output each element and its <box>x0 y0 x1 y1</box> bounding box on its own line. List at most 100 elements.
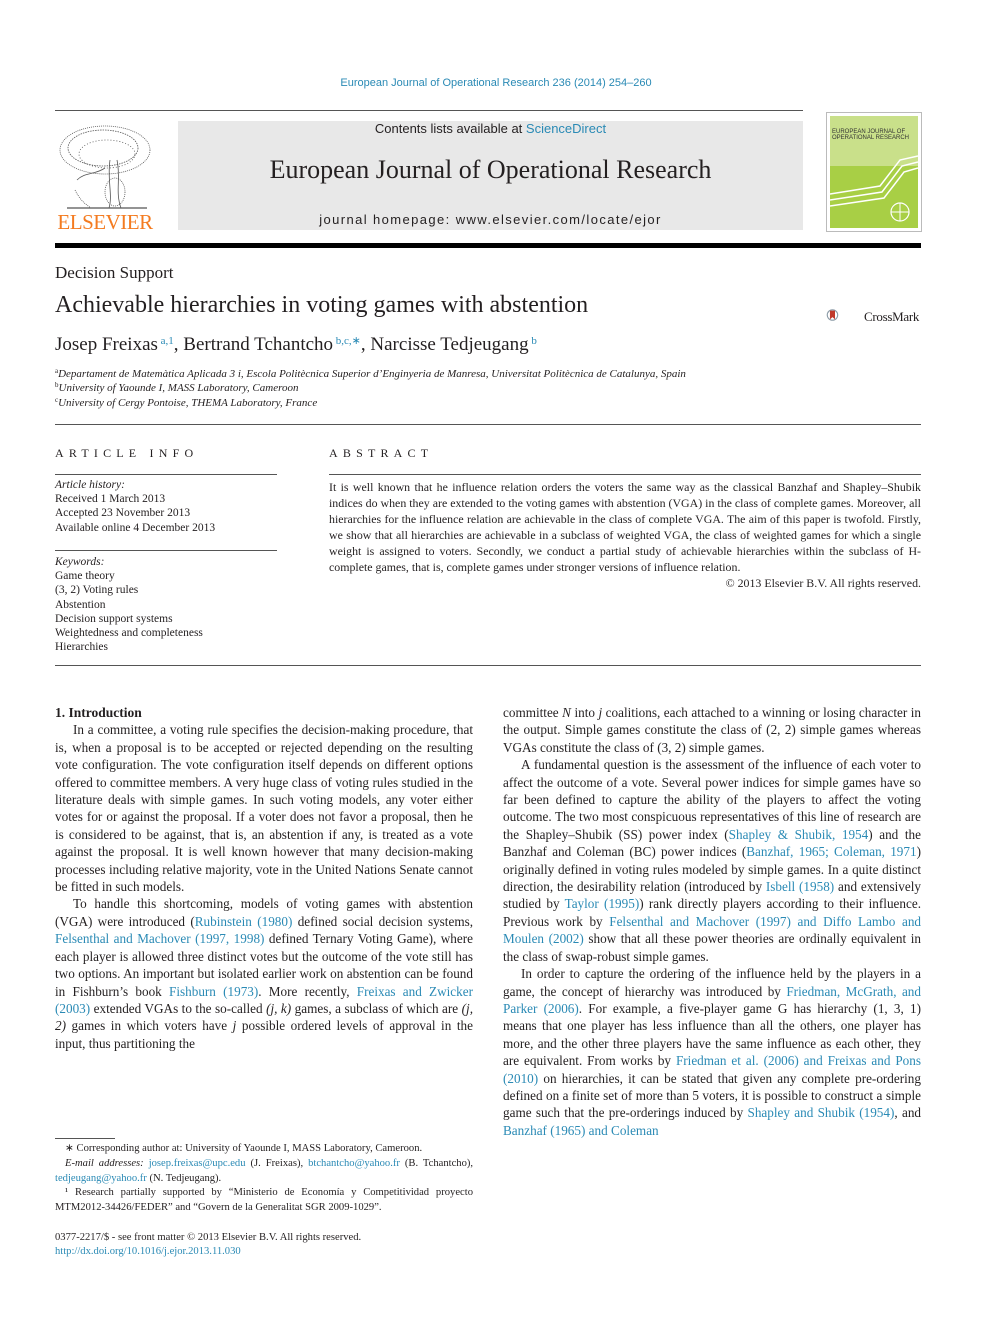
paragraph: A fundamental question is the assessment… <box>503 756 921 965</box>
history-received: Received 1 March 2013 <box>55 493 166 506</box>
affiliation: cUniversity of Cergy Pontoise, THEMA Lab… <box>55 396 317 409</box>
contents-prefix: Contents lists available at <box>374 121 526 136</box>
keywords: Keywords: Game theory (3, 2) Voting rule… <box>55 555 277 654</box>
author-sup[interactable]: b <box>531 335 537 347</box>
affiliation-text: University of Cergy Pontoise, THEMA Labo… <box>58 397 318 409</box>
contents-line: Contents lists available at ScienceDirec… <box>178 121 803 136</box>
divider <box>55 550 277 551</box>
math: (j, k) <box>266 1000 292 1016</box>
journal-homepage: journal homepage: www.elsevier.com/locat… <box>178 212 803 227</box>
keyword: Abstention <box>55 598 106 611</box>
email-link[interactable]: josep.freixas@upc.edu <box>149 1158 246 1169</box>
homepage-prefix: journal homepage: <box>319 212 456 227</box>
abstract-copyright: © 2013 Elsevier B.V. All rights reserved… <box>725 576 921 590</box>
keyword: Hierarchies <box>55 641 108 654</box>
cover-title-line2: OPERATIONAL RESEARCH <box>832 135 910 141</box>
corresponding-author-note: ∗ Corresponding author at: University of… <box>65 1143 423 1154</box>
email-link[interactable]: tedjeugang@yahoo.fr <box>55 1173 147 1184</box>
paragraph-continued: committee N into j coalitions, each atta… <box>503 705 921 755</box>
article-info-heading: ARTICLE INFO <box>55 446 199 460</box>
paragraph: To handle this shortcoming, models of vo… <box>55 895 473 1052</box>
top-rule <box>55 110 803 111</box>
paragraph: In order to capture the ordering of the … <box>503 965 921 1139</box>
keyword: Decision support systems <box>55 612 173 625</box>
divider <box>55 474 277 475</box>
header-thick-rule <box>55 243 921 248</box>
issn-copyright: 0377-2217/$ - see front matter © 2013 El… <box>55 1232 362 1243</box>
abstract-body: It is well known that he influence relat… <box>329 480 921 574</box>
affiliation-text: Departament de Matemàtica Aplicada 3 i, … <box>58 368 686 380</box>
journal-title: European Journal of Operational Research <box>269 155 712 184</box>
elsevier-wordmark: ELSEVIER <box>57 210 153 234</box>
divider <box>55 424 921 425</box>
crossmark-label[interactable]: CrossMark <box>864 309 919 325</box>
citation-link[interactable]: Shapley and Shubik (1954) <box>748 1105 895 1120</box>
citation-link[interactable]: Isbell (1958) <box>766 879 834 894</box>
email-link[interactable]: btchantcho@yahoo.fr <box>308 1158 400 1169</box>
section-heading-introduction: 1. Introduction <box>55 705 142 720</box>
text: defined social decision systems, <box>292 913 474 929</box>
section-label: Decision Support <box>55 263 174 282</box>
article-history: Article history: Received 1 March 2013 A… <box>55 478 277 535</box>
divider <box>55 665 921 666</box>
running-head[interactable]: European Journal of Operational Research… <box>0 77 992 89</box>
keyword: (3, 2) Voting rules <box>55 584 139 597</box>
email-label: E-mail addresses: <box>65 1157 144 1169</box>
author-list: Josep Freixas a,1, Bertrand Tchantcho b,… <box>55 334 537 355</box>
funding-note: ¹ Research partially supported by “Minis… <box>55 1187 473 1214</box>
author-affiliation-marker[interactable]: b,c,∗ <box>333 335 361 347</box>
email-addresses: E-mail addresses: josep.freixas@upc.edu … <box>55 1157 473 1187</box>
citation-link[interactable]: Rubinstein (1980) <box>195 914 293 929</box>
history-accepted: Accepted 23 November 2013 <box>55 507 191 520</box>
cover-title: EUROPEAN JOURNAL OF OPERATIONAL RESEARCH <box>832 129 909 141</box>
email-owner: (N. Tedjeugang). <box>149 1172 222 1184</box>
keyword: Weightedness and completeness <box>55 627 203 640</box>
citation-link[interactable]: Taylor (1995) <box>565 896 640 911</box>
divider <box>329 474 921 475</box>
author-name[interactable]: Josep Freixas <box>55 334 158 355</box>
citation-link[interactable]: Banzhaf, 1965; Coleman, 1971 <box>746 844 916 859</box>
affiliation: aDepartament de Matemàtica Aplicada 3 i,… <box>55 367 686 380</box>
author-name[interactable]: Narcisse Tedjeugang <box>370 334 528 355</box>
author-affiliation-marker[interactable]: a,1 <box>158 335 174 347</box>
affiliation: bUniversity of Yaounde I, MASS Laborator… <box>55 381 298 394</box>
text: . More recently, <box>258 983 357 999</box>
history-label: Article history: <box>55 479 125 491</box>
author-sup[interactable]: a,1 <box>161 335 174 347</box>
citation-link[interactable]: Banzhaf (1965) and Coleman <box>503 1123 659 1138</box>
author-name[interactable]: Bertrand Tchantcho <box>183 334 333 355</box>
front-matter: 0377-2217/$ - see front matter © 2013 El… <box>55 1231 473 1259</box>
doi-link[interactable]: http://dx.doi.org/10.1016/j.ejor.2013.11… <box>55 1246 241 1257</box>
abstract: It is well known that he influence relat… <box>329 479 921 591</box>
abstract-heading: ABSTRACT <box>329 446 434 460</box>
author-affiliation-marker[interactable]: b <box>529 335 537 347</box>
paragraph: In a committee, a voting rule specifies … <box>55 722 473 895</box>
keywords-label: Keywords: <box>55 556 105 568</box>
author-sup[interactable]: b,c,∗ <box>336 335 361 347</box>
history-online: Available online 4 December 2013 <box>55 521 216 534</box>
body-column-left: 1. Introduction In a committee, a voting… <box>55 704 473 1052</box>
journal-cover-thumbnail[interactable]: EUROPEAN JOURNAL OF OPERATIONAL RESEARCH <box>826 112 922 232</box>
cover-art: EUROPEAN JOURNAL OF OPERATIONAL RESEARCH <box>830 116 918 228</box>
keyword: Game theory <box>55 570 115 583</box>
homepage-url[interactable]: www.elsevier.com/locate/ejor <box>456 212 662 227</box>
text: games, a subclass of which are <box>291 1000 462 1016</box>
footnote-rule <box>55 1138 115 1139</box>
citation-link[interactable]: Shapley & Shubik, 1954 <box>729 827 869 842</box>
footnotes: ∗ Corresponding author at: University of… <box>55 1142 473 1216</box>
citation-link[interactable]: Fishburn (1973) <box>169 984 258 999</box>
affiliation-text: University of Yaounde I, MASS Laboratory… <box>58 382 299 394</box>
text: , and <box>894 1105 922 1121</box>
crossmark-icon[interactable] <box>826 297 862 333</box>
email-owner: (B. Tchantcho), <box>404 1157 474 1169</box>
article-title: Achievable hierarchies in voting games w… <box>55 292 589 318</box>
email-owner: (J. Freixas), <box>250 1157 304 1169</box>
text: games in which voters have <box>66 1018 233 1034</box>
cover-graphic-icon <box>830 155 918 222</box>
text: extended VGAs to the so-called <box>90 1000 267 1016</box>
citation-link[interactable]: Felsenthal and Machover (1997, 1998) <box>55 931 264 946</box>
body-column-right: committee N into j coalitions, each atta… <box>503 704 921 1139</box>
text: into <box>570 705 599 720</box>
math: N <box>562 705 571 720</box>
sciencedirect-link[interactable]: ScienceDirect <box>526 121 606 136</box>
